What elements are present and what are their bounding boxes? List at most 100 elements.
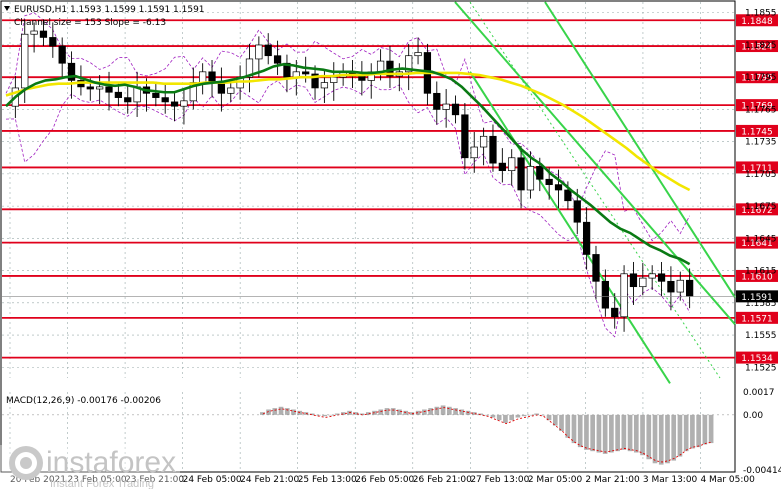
candle-body xyxy=(39,30,48,38)
macd-histogram-bar xyxy=(609,414,614,453)
candle-body xyxy=(273,55,282,64)
candle-body xyxy=(96,86,104,90)
macd-histogram-bar xyxy=(509,414,514,421)
macd-histogram-bar xyxy=(627,414,633,452)
macd-histogram-bar xyxy=(633,414,639,453)
channel-info: Channel size = 153 Slope = -6.13 xyxy=(14,18,166,28)
macd-histogram-bar xyxy=(652,414,658,464)
time-tick-label: 2 Mar 21:00 xyxy=(585,475,640,485)
macd-histogram-bar xyxy=(584,414,589,450)
macd-histogram-bar xyxy=(434,406,440,415)
candle-body xyxy=(686,279,694,297)
eurusd-h1-chart: 1.18481.18241.17951.17691.17451.17111.16… xyxy=(0,0,781,489)
macd-histogram-bar xyxy=(690,414,695,449)
price-tick-label: 1.1615 xyxy=(745,267,777,277)
macd-histogram-bar xyxy=(284,408,290,415)
macd-histogram-bar xyxy=(665,414,670,464)
candle-body xyxy=(676,279,684,293)
watermark-brand: instaforex xyxy=(46,446,176,479)
price-tick-label: 1.1795 xyxy=(745,73,777,83)
symbol-header: EURUSD,H1 1.1593 1.1599 1.1591 1.1591 xyxy=(14,5,205,15)
candle-body xyxy=(320,82,329,89)
candle-body xyxy=(227,87,235,94)
instaforex-watermark: instaforex Instant Forex Trading xyxy=(0,445,180,489)
time-tick-label: 24 Feb 21:00 xyxy=(240,475,299,485)
candle-body xyxy=(639,277,647,288)
candle-body xyxy=(21,33,29,89)
candle-body xyxy=(582,221,591,255)
candle-body xyxy=(564,189,572,202)
candle-body xyxy=(442,103,450,110)
time-tick-label: 3 Mar 13:00 xyxy=(643,475,698,485)
candle-body xyxy=(573,200,581,223)
price-tick-label: 1.1555 xyxy=(745,331,777,341)
price-tick-label: 1.1825 xyxy=(745,41,777,51)
price-tick-label: 1.1645 xyxy=(745,234,777,244)
candle-body xyxy=(601,280,609,309)
candle-body xyxy=(517,157,525,191)
candle-body xyxy=(199,71,207,83)
time-tick-label: 25 Feb 13:00 xyxy=(298,475,357,485)
price-tick-label: 1.1735 xyxy=(745,138,777,148)
macd-histogram-bar xyxy=(465,410,471,415)
candle-body xyxy=(264,44,272,57)
macd-histogram-bar xyxy=(590,414,596,452)
macd-histogram-bar xyxy=(683,414,689,452)
candle-body xyxy=(376,60,385,73)
candle-body xyxy=(330,76,338,83)
watermark-tagline: Instant Forex Trading xyxy=(50,478,154,489)
macd-histogram-bar xyxy=(515,414,521,418)
candle-body xyxy=(611,307,619,318)
current-price-label: 1.1591 xyxy=(741,293,773,303)
candle-body xyxy=(620,273,628,318)
price-tick-label: 1.1855 xyxy=(745,9,777,19)
macd-histogram-bar xyxy=(384,408,390,415)
macd-histogram-bar xyxy=(397,409,402,415)
candle-body xyxy=(536,166,544,180)
macd-histogram-bar xyxy=(403,410,409,415)
macd-histogram-bar xyxy=(708,414,714,444)
candle-body xyxy=(114,91,123,98)
candle-body xyxy=(49,37,57,47)
candle-body xyxy=(217,82,226,94)
macd-tick-label: -0.00414 xyxy=(743,466,781,476)
candle-body xyxy=(152,92,160,98)
macd-histogram-bar xyxy=(496,414,502,421)
macd-histogram-bar xyxy=(278,406,284,415)
candle-body xyxy=(451,103,460,116)
price-tick-label: 1.1705 xyxy=(745,170,777,180)
candle-body xyxy=(302,71,310,75)
macd-histogram-bar xyxy=(577,414,583,448)
candle-body xyxy=(479,135,488,148)
candle-body xyxy=(526,166,535,191)
candle-body xyxy=(358,75,366,81)
candle-body xyxy=(161,97,169,103)
candle-body xyxy=(667,280,675,293)
candle-body xyxy=(255,44,263,60)
macd-histogram-bar xyxy=(440,405,446,415)
macd-tick-label: 0.0017 xyxy=(743,388,775,398)
candle-body xyxy=(433,92,441,110)
time-tick-label: 26 Feb 05:00 xyxy=(355,475,414,485)
macd-label: MACD(12,26,9) -0.00176 -0.00206 xyxy=(6,396,161,406)
macd-histogram-bar xyxy=(378,409,384,415)
macd-histogram-bar xyxy=(640,414,645,456)
candle-body xyxy=(498,162,506,172)
candle-body xyxy=(124,97,132,103)
candle-body xyxy=(545,178,553,185)
time-tick-label: 27 Feb 13:00 xyxy=(470,475,529,485)
candle-body xyxy=(508,157,516,172)
candle-body xyxy=(30,30,38,35)
candle-body xyxy=(105,86,113,93)
macd-histogram-bar xyxy=(615,414,620,452)
candle-body xyxy=(470,146,478,159)
macd-histogram-bar xyxy=(596,414,602,453)
candle-body xyxy=(629,273,638,288)
candle-body xyxy=(461,114,469,159)
price-tick-label: 1.1765 xyxy=(745,105,777,115)
macd-histogram-bar xyxy=(646,414,652,460)
instaforex-logo-icon xyxy=(9,446,43,480)
candle-body xyxy=(554,184,563,191)
time-tick-label: 26 Feb 21:00 xyxy=(413,475,472,485)
time-tick-label: 24 Feb 05:00 xyxy=(183,475,242,485)
